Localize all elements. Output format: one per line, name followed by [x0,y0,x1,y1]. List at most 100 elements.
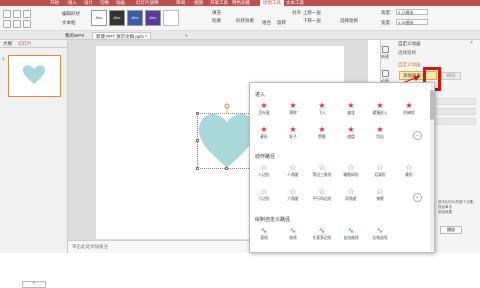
popup-scroll-thumb[interactable] [430,90,434,120]
effect-item[interactable]: ★ 劈裂 [311,125,333,140]
effect-item[interactable]: ★ 棋盘 [340,125,362,140]
effect-item[interactable]: ★ 菱形 [253,125,275,140]
pane-hint-line: 添加效果 [438,210,452,214]
delete-button[interactable]: 删除 [441,72,461,80]
effect-item[interactable]: ★ 飞入 [311,101,333,116]
down-layer-button[interactable]: 下移一层 [303,18,321,24]
path-icon: ☆ [260,187,268,196]
rotate-handle-icon[interactable] [224,103,230,109]
pane-hint: 选中幻灯片的某个元素，然后单击 添加效果 [438,200,478,215]
style-swatch[interactable]: Abc [91,10,107,26]
tab-slides[interactable]: 幻灯片 [18,41,32,47]
path-icon: ∿ [347,226,355,235]
effect-item[interactable]: ∿ 曲线 [282,226,304,241]
star-icon: ★ [260,101,268,110]
resize-handle[interactable] [196,112,199,115]
group-button[interactable]: 组合 [262,20,271,26]
height-input[interactable]: 5.13厘米 [396,9,428,15]
effect-item[interactable]: ∿ 任意多边形 [311,226,333,241]
file-tab[interactable]: 新建 PPT 演示文稿.pptx * [92,32,151,39]
shape-gallery-icon[interactable] [3,10,11,18]
path-icon: ∿ [289,226,297,235]
add-slide-button[interactable]: + [22,281,46,288]
effect-item-label: 百叶窗 [258,111,270,115]
effect-item[interactable]: ☆ 等边三角形 [311,163,333,178]
path-icon: ∿ [318,226,326,235]
more-effects-icon[interactable]: ⌄ [413,193,422,202]
effect-item-label: 盒状 [347,111,355,115]
width-label: 宽度: [381,20,392,25]
effect-item[interactable]: ☆ 四角星 [340,187,362,202]
tab-outline[interactable]: 大纲 [3,41,12,47]
close-icon[interactable]: × [470,40,473,46]
style-swatch[interactable]: Abc [109,10,125,26]
panel-tabs: 大纲 幻灯片 [0,40,68,48]
effect-item[interactable]: ★ 阶梯状 [398,101,420,116]
effect-item[interactable]: ☆ 菱形 [398,163,420,178]
effect-item[interactable]: ∿ 自由曲线 [340,226,362,241]
effect-item[interactable]: ☆ 六角星 [282,187,304,202]
play-button[interactable]: 播放 [440,226,462,234]
vtab-new[interactable]: 新建 [378,44,392,64]
selection-pane-button[interactable]: 选择窗格 [340,18,358,24]
effect-item[interactable]: ☆ 平行四边形 [311,187,333,202]
effect-item[interactable]: ∿ 直线 [253,226,275,241]
effect-item[interactable]: ★ 缓慢进入 [369,101,391,116]
star-icon: ★ [347,101,355,110]
star-icon: ★ [318,101,326,110]
effect-item-label: 菱形 [405,173,413,177]
effect-item-label: 八边形 [258,173,270,177]
style-swatch[interactable]: Abc [145,10,161,26]
shape-gallery-icon[interactable] [3,20,11,28]
effect-item-label: 擦除 [289,111,297,115]
effect-item[interactable]: ★ 百叶窗 [253,101,275,116]
effect-item[interactable]: ☆ 八角星 [282,163,304,178]
rotate-button[interactable]: 旋转 [277,20,286,26]
star-icon: ★ [289,101,297,110]
select-pane-link[interactable]: 选择窗格 [398,50,416,56]
shape-gallery-icon[interactable] [13,10,21,18]
effect-item[interactable]: ☆ 八边形 [253,163,275,178]
effect-item-label: 缓慢进入 [372,111,388,115]
star-icon: ★ [405,101,413,110]
effect-item[interactable]: ☆ 六边形 [253,187,275,202]
thumbnail-heart [23,65,45,84]
shape-effect-button[interactable]: 形状效果 [236,18,254,24]
style-swatch[interactable]: Abc [127,10,143,26]
shape-gallery-icon[interactable] [23,10,31,18]
edit-shape-button[interactable]: 编辑形状 [62,11,80,17]
resize-handle[interactable] [196,139,199,142]
document-tab-bar: 我的WPS 新建 PPT 演示文稿.pptx * + [0,31,480,40]
slide-thumbnail[interactable] [8,55,61,97]
effect-item[interactable]: ☆ 泪滴形 [369,163,391,178]
effect-item[interactable]: ∿ 无效选项 [369,226,391,241]
effect-item-label: 泪滴形 [374,173,386,177]
star-icon: ★ [318,125,326,134]
resize-handle[interactable] [196,167,199,170]
effect-item[interactable]: ★ 切出 [369,125,391,140]
text-box-button[interactable]: 文本框 [62,20,76,26]
pane-hint-line: 选中幻灯片的某个元素，然后单击 [438,200,477,209]
up-layer-button[interactable]: 上移一层 [303,10,321,16]
new-tab-button[interactable]: + [182,32,191,39]
effect-item[interactable]: ☆ 橄榄球形 [340,163,362,178]
width-input[interactable]: 5.39厘米 [396,19,428,25]
more-effects-icon[interactable]: ⌄ [413,131,422,140]
shape-gallery-icon[interactable] [23,20,31,28]
effect-item[interactable]: ★ 轮子 [282,125,304,140]
align-button[interactable]: 对齐 [292,10,301,16]
effect-item-label: 八角星 [287,173,299,177]
style-swatch[interactable] [163,10,179,26]
effect-item[interactable]: ★ 盒状 [340,101,362,116]
star-icon: ★ [376,125,384,134]
path-icon: ∿ [376,226,384,235]
effect-item-label: 棋盘 [347,135,355,139]
fill-button[interactable]: 填充 [212,10,221,16]
effect-item[interactable]: ★ 擦除 [282,101,304,116]
home-tab[interactable]: 我的WPS [62,32,87,39]
shape-gallery-icon[interactable] [13,20,21,28]
resize-handle[interactable] [225,167,228,170]
effect-item[interactable]: ☆ 弹簧 [369,187,391,202]
outline-button[interactable]: 轮廓 [212,18,221,24]
effect-item-label: 自由曲线 [343,236,359,240]
